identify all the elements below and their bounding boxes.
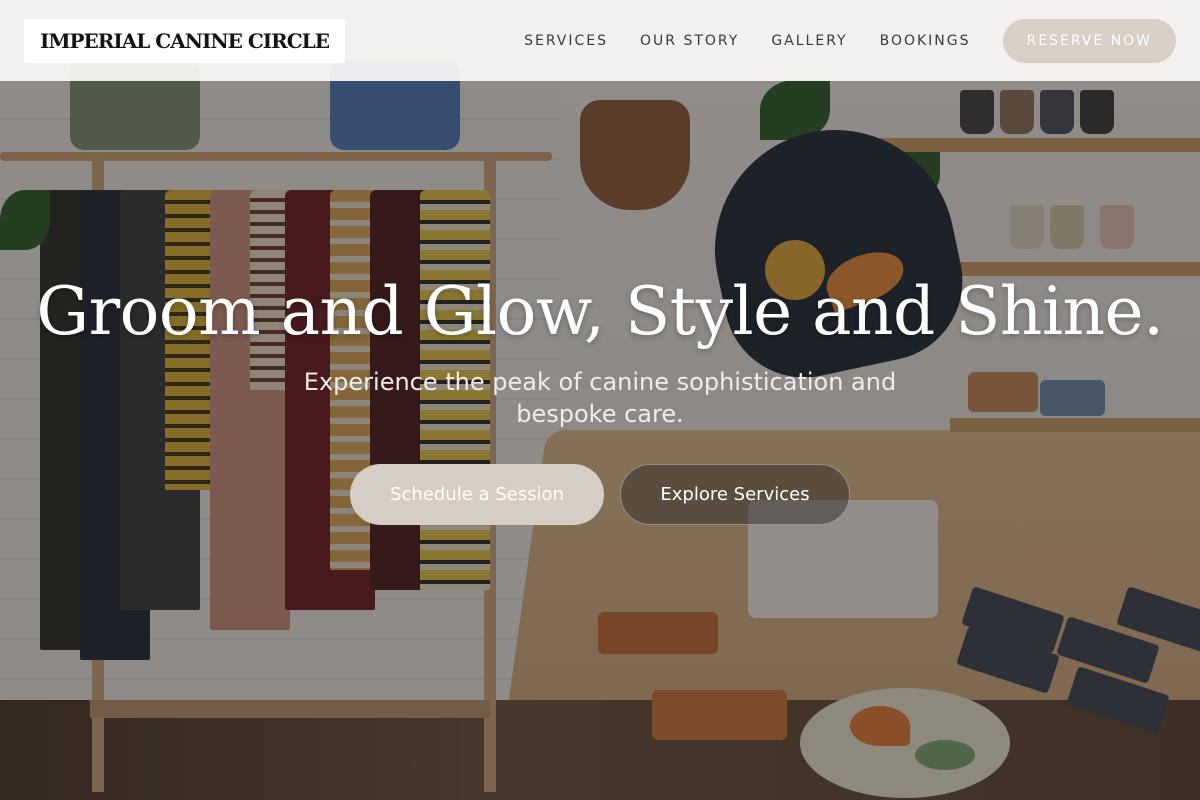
nav-link-gallery[interactable]: GALLERY — [771, 33, 847, 49]
explore-services-button[interactable]: Explore Services — [620, 464, 850, 525]
hero-cta-row: Schedule a Session Explore Services — [0, 464, 1200, 525]
brand-logo[interactable]: IMPERIAL CANINE CIRCLE — [24, 18, 345, 63]
main-nav: SERVICES OUR STORY GALLERY BOOKINGS RESE… — [524, 18, 1176, 63]
nav-link-bookings[interactable]: BOOKINGS — [880, 33, 971, 49]
hero-title: Groom and Glow, Style and Shine. — [36, 273, 1164, 350]
site-header: IMPERIAL CANINE CIRCLE SERVICES OUR STOR… — [0, 0, 1200, 81]
hero-section: Groom and Glow, Style and Shine. Experie… — [0, 270, 1200, 525]
nav-link-services[interactable]: SERVICES — [524, 33, 608, 49]
nav-link-our-story[interactable]: OUR STORY — [640, 33, 739, 49]
reserve-now-button[interactable]: RESERVE NOW — [1002, 18, 1176, 63]
schedule-session-button[interactable]: Schedule a Session — [350, 464, 604, 525]
hero-subtitle: Experience the peak of canine sophistica… — [303, 368, 897, 428]
